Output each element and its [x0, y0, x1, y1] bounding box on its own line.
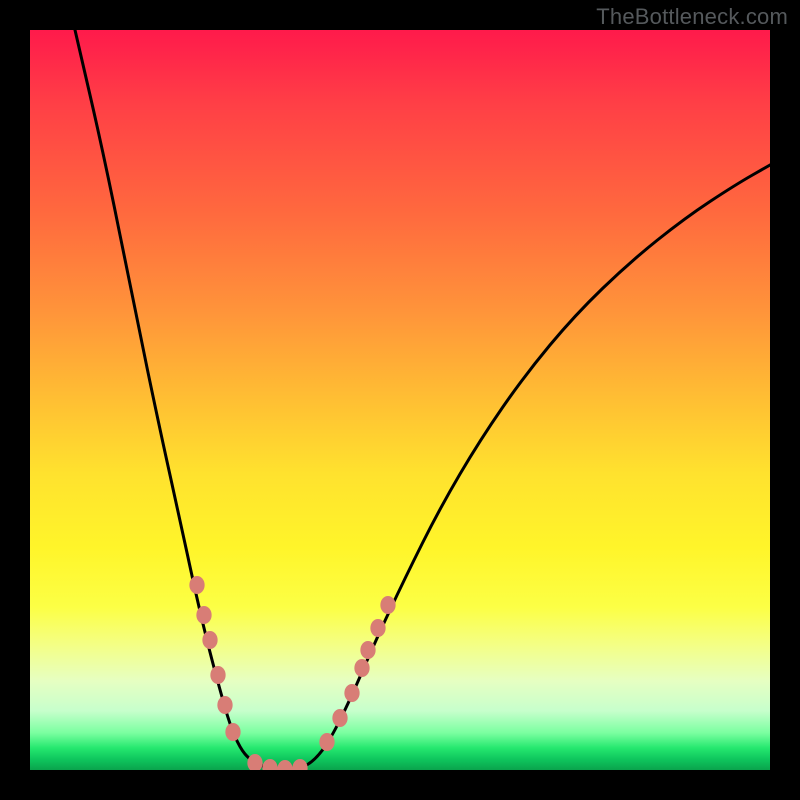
- data-marker: [292, 759, 307, 770]
- data-marker: [196, 606, 211, 624]
- data-marker: [370, 619, 385, 637]
- data-marker: [380, 596, 395, 614]
- data-marker: [217, 696, 232, 714]
- data-marker: [319, 733, 334, 751]
- data-marker: [262, 759, 277, 770]
- watermark-text: TheBottleneck.com: [596, 4, 788, 30]
- data-marker: [344, 684, 359, 702]
- bottleneck-curve: [75, 30, 770, 769]
- chart-plot-area: [30, 30, 770, 770]
- data-marker: [277, 760, 292, 770]
- chart-svg: [30, 30, 770, 770]
- data-marker: [189, 576, 204, 594]
- data-marker: [354, 659, 369, 677]
- data-marker: [210, 666, 225, 684]
- data-marker: [332, 709, 347, 727]
- chart-frame: TheBottleneck.com: [0, 0, 800, 800]
- data-marker: [247, 754, 262, 770]
- data-marker: [225, 723, 240, 741]
- data-marker: [360, 641, 375, 659]
- data-markers: [189, 576, 395, 770]
- data-marker: [202, 631, 217, 649]
